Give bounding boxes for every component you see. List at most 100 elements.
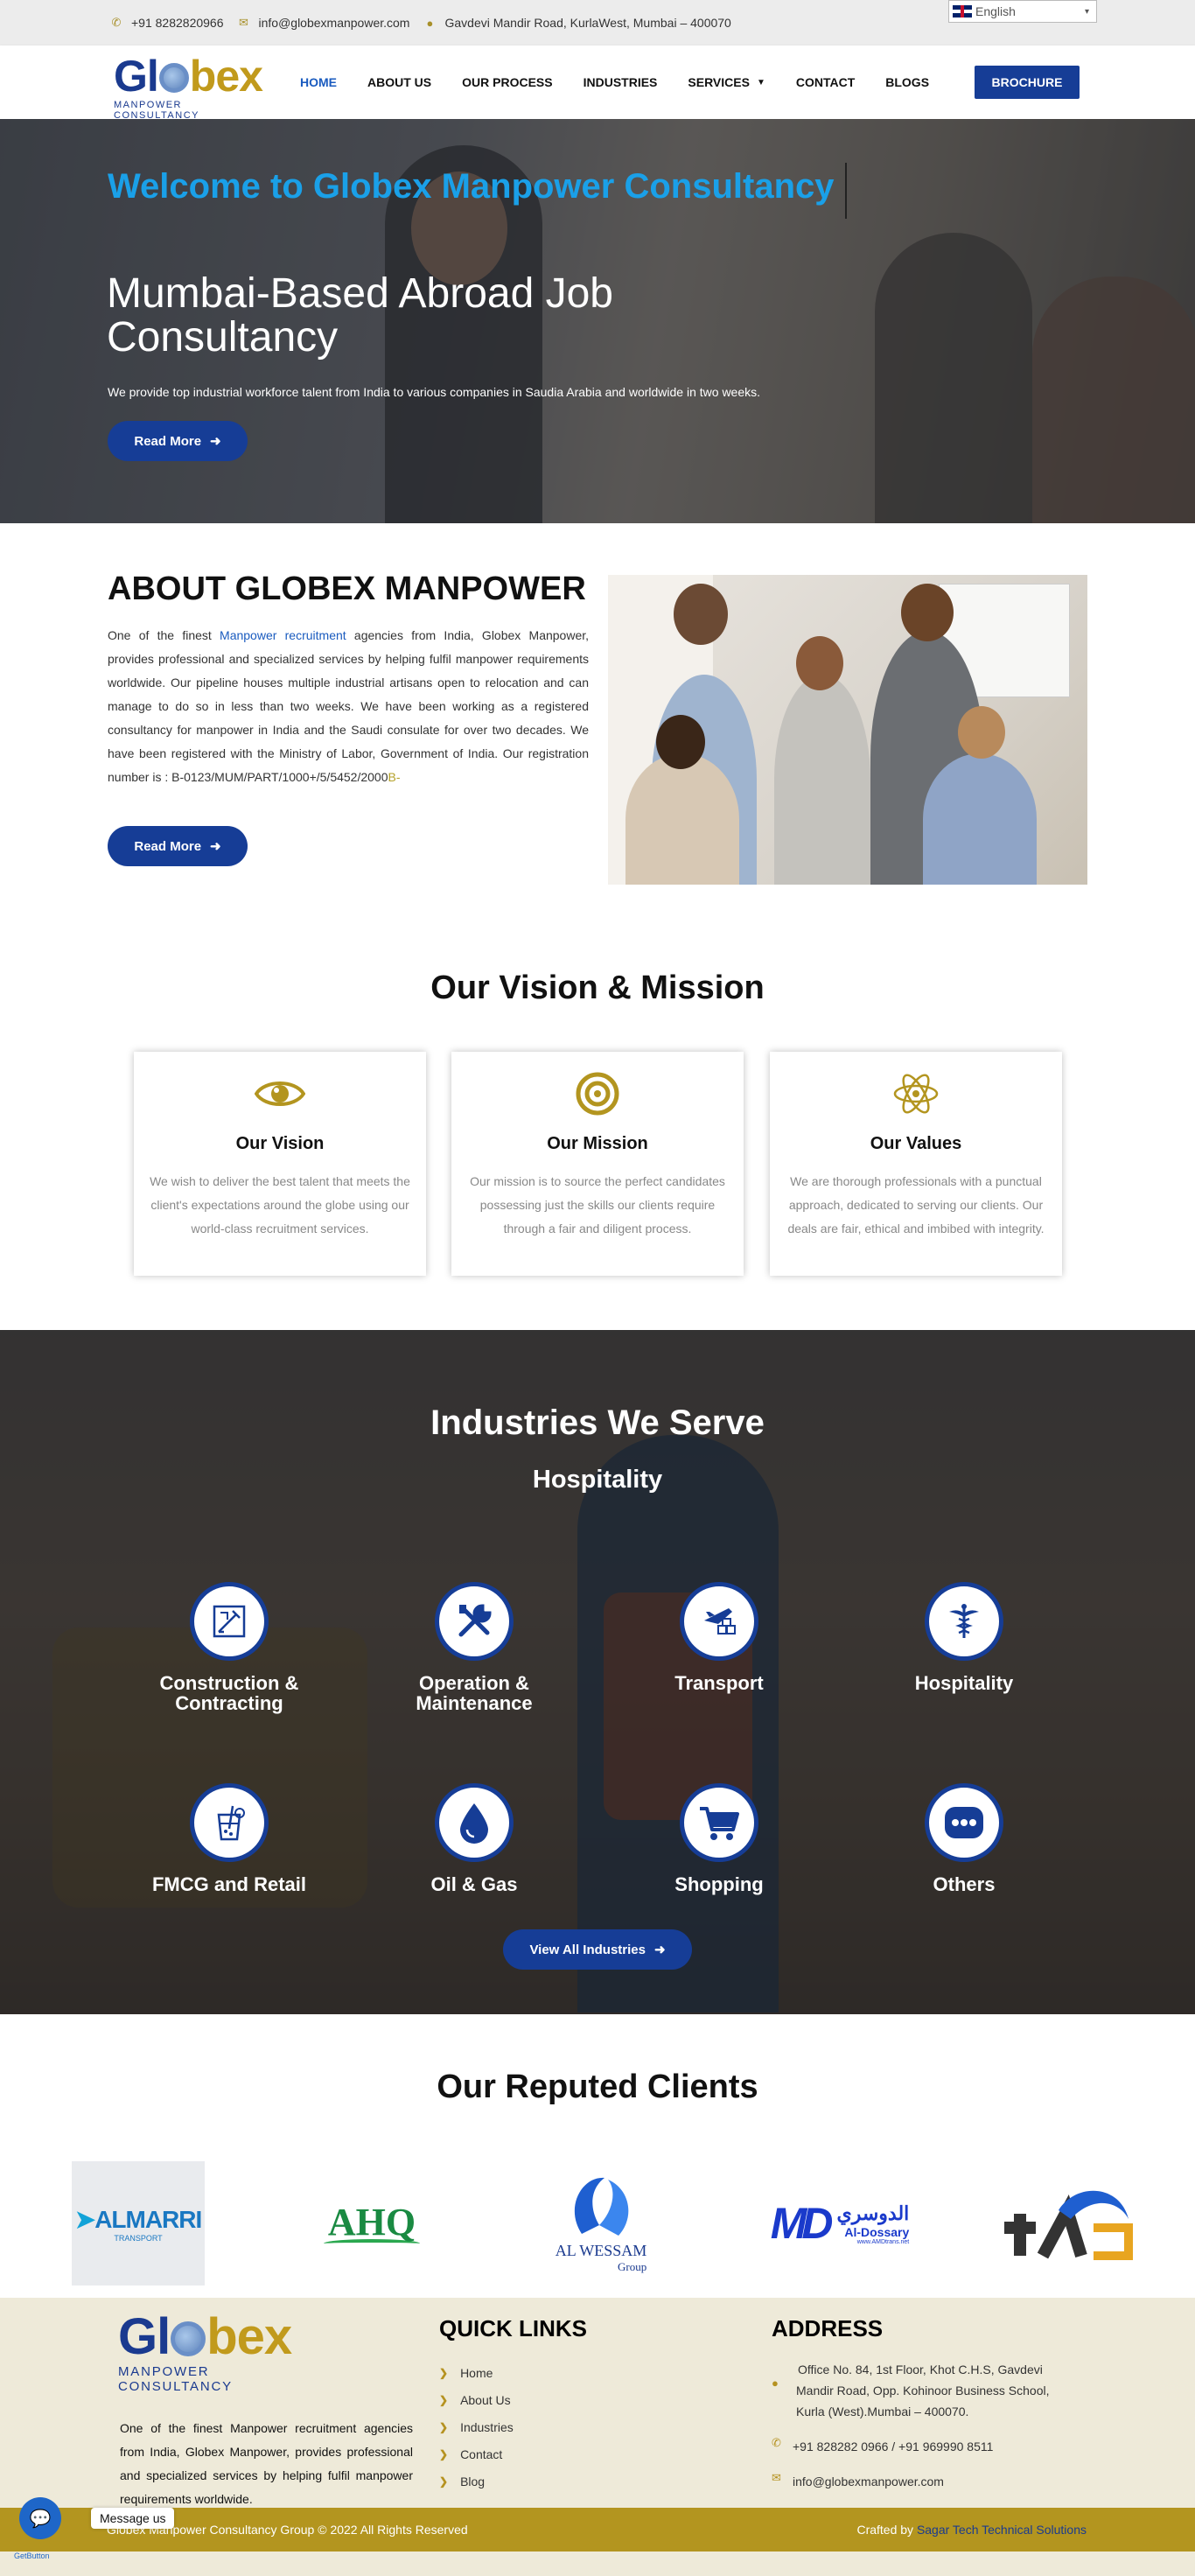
crafted-by-link[interactable]: Sagar Tech Technical Solutions <box>917 2523 1087 2537</box>
alwessam-mark-icon <box>574 2177 629 2236</box>
top-address: ● Gavdevi Mandir Road, KurlaWest, Mumbai … <box>423 16 731 30</box>
top-email[interactable]: ✉ info@globexmanpower.com <box>238 16 410 30</box>
photo-person <box>774 675 870 885</box>
top-phone[interactable]: ✆ +91 8282820966 <box>110 16 224 30</box>
footer-link-industries[interactable]: ❯ Industries <box>439 2413 514 2440</box>
about-text-tail: B- <box>388 770 401 784</box>
footer-address-block: ● Office No. 84, 1st Floor, Khot C.H.S, G… <box>772 2359 1069 2506</box>
hero-description: We provide top industrial workforce tale… <box>108 385 761 399</box>
hero-read-more-label: Read More <box>134 433 202 449</box>
footer-link-blog[interactable]: ❯ Blog <box>439 2468 514 2495</box>
main-navbar: Gl bex MANPOWER CONSULTANCY HOME ABOUT US… <box>0 46 1195 121</box>
nav-services-label: SERVICES <box>688 75 750 89</box>
chat-widget-button[interactable]: 💬 <box>19 2497 61 2539</box>
client-name: AL WESSAM <box>555 2242 647 2259</box>
photo-person-head <box>656 715 705 769</box>
eye-icon <box>254 1071 306 1116</box>
site-logo[interactable]: Gl bex MANPOWER CONSULTANCY <box>114 52 263 121</box>
top-email-text: info@globexmanpower.com <box>258 16 410 30</box>
logo-subtitle: MANPOWER CONSULTANCY <box>114 100 199 121</box>
footer-phones[interactable]: +91 828282 0966 / +91 969990 8511 <box>793 2436 993 2457</box>
footer-link-home[interactable]: ❯ Home <box>439 2359 514 2386</box>
industry-label: Hospitality <box>914 1672 1014 1694</box>
arrow-right-icon: ➜ <box>210 434 221 449</box>
mission-card: Our Mission Our mission is to source the… <box>451 1052 744 1276</box>
more-icon <box>925 1783 1003 1862</box>
client-name: ALMARRI <box>94 2205 202 2233</box>
industry-construction[interactable]: Construction & Contracting <box>133 1582 325 1713</box>
footer-link-label: About Us <box>460 2392 511 2407</box>
drop-icon <box>435 1783 514 1862</box>
industries-heading: Industries We Serve <box>430 1404 765 1442</box>
nav-home[interactable]: HOME <box>300 75 337 89</box>
industry-label: Transport <box>674 1672 764 1694</box>
arrow-right-icon: ➜ <box>210 839 221 854</box>
industry-hospitality[interactable]: Hospitality <box>868 1582 1060 1693</box>
quick-links-heading: QUICK LINKS <box>439 2315 587 2342</box>
brochure-button[interactable]: BROCHURE <box>975 66 1080 99</box>
nav-blogs[interactable]: BLOGS <box>885 75 929 89</box>
values-card-text: We are thorough professionals with a pun… <box>787 1174 1045 1236</box>
footer-logo-text-gl: Gl <box>118 2308 171 2365</box>
nav-our-process[interactable]: OUR PROCESS <box>462 75 552 89</box>
language-selector[interactable]: English ▾ <box>948 0 1097 23</box>
industry-others[interactable]: Others <box>868 1783 1060 1894</box>
industry-fmcg[interactable]: FMCG and Retail <box>133 1783 325 1894</box>
envelope-icon: ✉ <box>772 2471 781 2484</box>
nav-about-us[interactable]: ABOUT US <box>367 75 431 89</box>
address-heading: ADDRESS <box>772 2315 884 2342</box>
crafted-by-prefix: Crafted by <box>856 2523 917 2537</box>
team-photo <box>608 575 1087 885</box>
chevron-right-icon: ❯ <box>439 2420 449 2433</box>
target-icon <box>571 1071 624 1116</box>
clients-heading: Our Reputed Clients <box>437 2068 758 2105</box>
industry-transport[interactable]: Transport <box>623 1582 815 1693</box>
client-sub: Group <box>618 2260 647 2273</box>
footer-link-label: Blog <box>460 2474 486 2488</box>
nav-contact[interactable]: CONTACT <box>796 75 855 89</box>
footer-link-label: Industries <box>460 2419 514 2434</box>
industry-operation[interactable]: Operation & Maintenance <box>378 1582 570 1713</box>
values-card-title: Our Values <box>870 1134 962 1153</box>
logo-text-bex: bex <box>189 52 263 101</box>
footer-link-about[interactable]: ❯ About Us <box>439 2386 514 2413</box>
footer-link-contact[interactable]: ❯ Contact <box>439 2440 514 2468</box>
photo-person-head <box>958 706 1005 759</box>
footer-logo[interactable]: Gl bex MANPOWER CONSULTANCY <box>118 2312 328 2395</box>
footer-email[interactable]: info@globexmanpower.com <box>793 2471 944 2492</box>
nav-industries[interactable]: INDUSTRIES <box>584 75 658 89</box>
industry-label: Operation & Maintenance <box>416 1672 533 1714</box>
top-contact-bar: ✆ +91 8282820966 ✉ info@globexmanpower.com… <box>0 0 1195 46</box>
hero-welcome-heading: Welcome to Globex Manpower Consultancy <box>108 167 835 206</box>
client-logo-alwessam: AL WESSAM Group <box>535 2161 667 2286</box>
copyright-bar: Globex Manpower Consultancy Group © 2022… <box>0 2508 1195 2552</box>
client-name: الدوسري <box>836 2202 910 2224</box>
hero-banner: Welcome to Globex Manpower Consultancy M… <box>0 119 1195 523</box>
photo-person-head <box>901 584 954 641</box>
phone-icon: ✆ <box>111 16 122 29</box>
view-all-industries-button[interactable]: View All Industries ➜ <box>503 1929 692 1970</box>
nav-services[interactable]: SERVICES ▼ <box>688 75 765 89</box>
industry-label: Others <box>933 1873 996 1895</box>
chat-widget-label[interactable]: Message us <box>91 2508 175 2529</box>
footer-address: Office No. 84, 1st Floor, Khot C.H.S, Ga… <box>796 2362 1050 2418</box>
blueprint-icon <box>190 1582 269 1661</box>
industry-shopping[interactable]: Shopping <box>623 1783 815 1894</box>
photo-person <box>923 753 1037 885</box>
industry-label: FMCG and Retail <box>151 1873 306 1895</box>
industry-oil-gas[interactable]: Oil & Gas <box>378 1783 570 1894</box>
getbutton-credit[interactable]: GetButton <box>14 2552 50 2560</box>
envelope-icon: ✉ <box>239 16 248 29</box>
manpower-recruitment-link[interactable]: Manpower recruitment <box>220 628 346 642</box>
clients-section: Our Reputed Clients ➤ALMARRI TRANSPORT A… <box>0 2014 1195 2298</box>
about-read-more-label: Read More <box>134 838 202 854</box>
vision-card-title: Our Vision <box>235 1134 325 1153</box>
view-all-label: View All Industries <box>529 1942 646 1957</box>
logo-text-gl: Gl <box>114 52 159 101</box>
chevron-down-icon: ▾ <box>1084 6 1089 17</box>
quick-links-list: ❯ Home ❯ About Us ❯ Industries ❯ Contact ❯ Bl… <box>439 2359 514 2495</box>
hero-read-more-button[interactable]: Read More ➜ <box>108 421 248 461</box>
about-read-more-button[interactable]: Read More ➜ <box>108 826 248 866</box>
drink-icon <box>190 1783 269 1862</box>
tools-icon <box>435 1582 514 1661</box>
